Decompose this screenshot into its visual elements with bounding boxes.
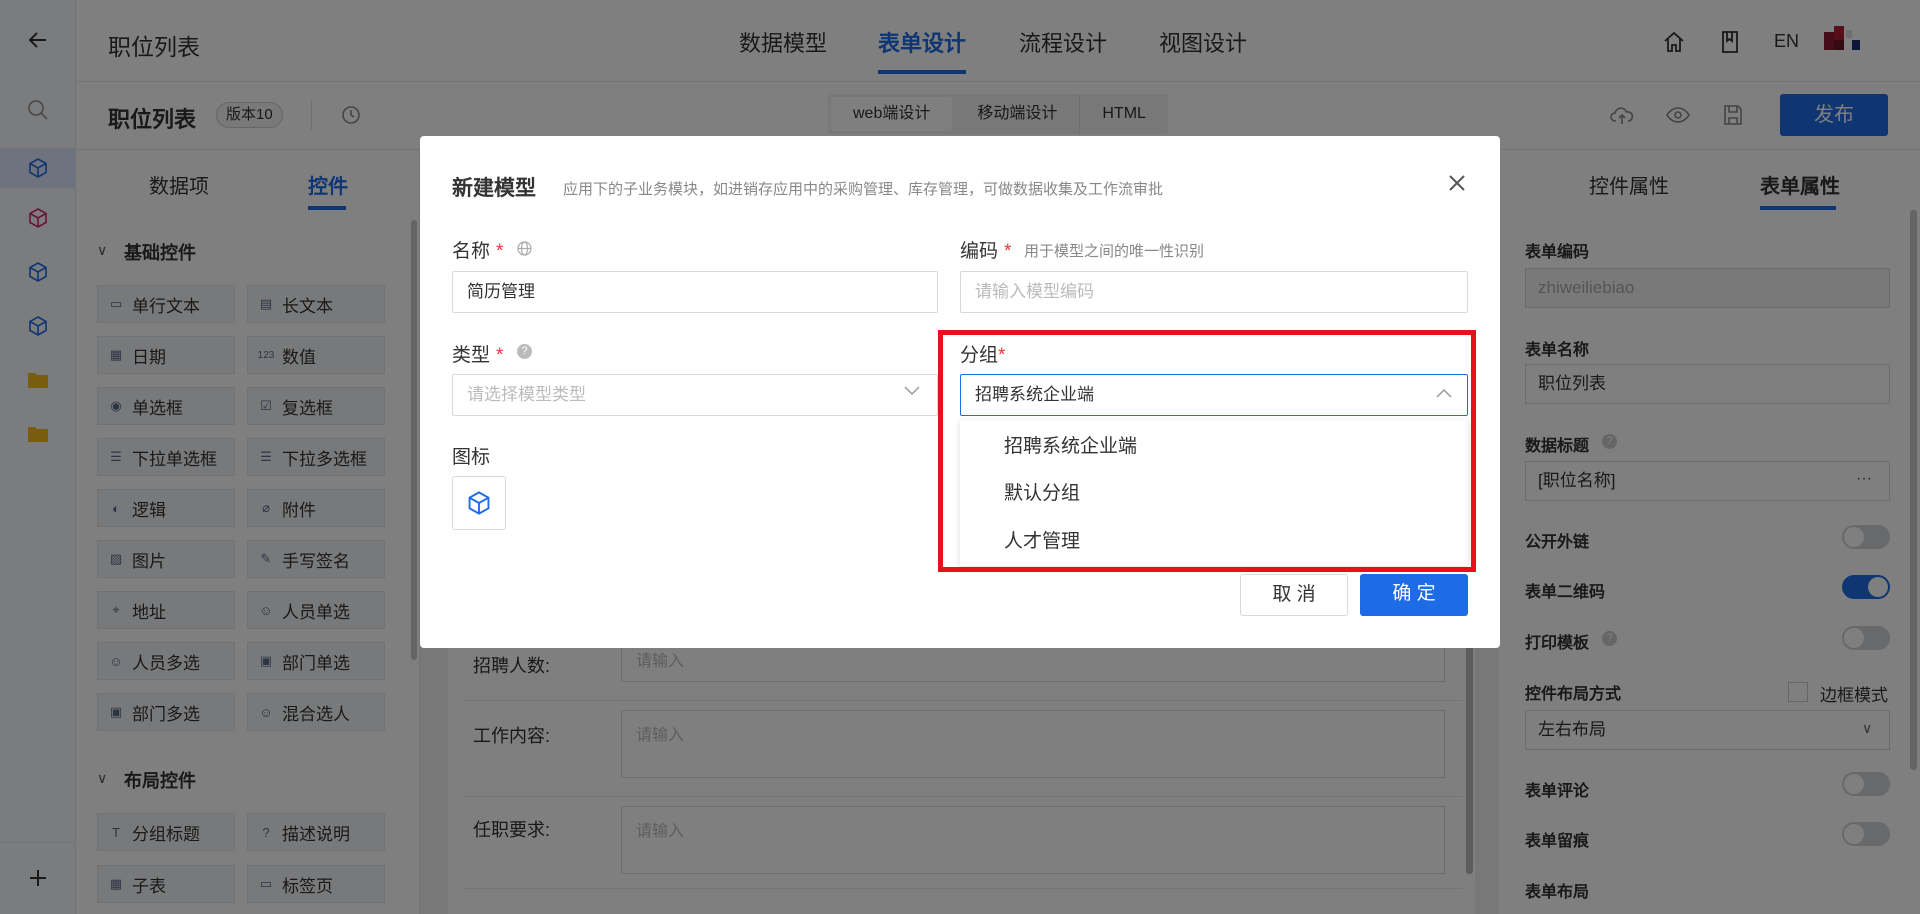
globe-icon[interactable] [517, 241, 532, 256]
cube-icon [468, 491, 490, 515]
type-label: 类型 * [452, 345, 504, 366]
dialog-title: 新建模型 [452, 177, 536, 200]
code-input[interactable]: 请输入模型编码 [960, 271, 1468, 313]
chevron-down-icon[interactable] [904, 386, 920, 396]
highlight-box [938, 330, 1476, 572]
confirm-button[interactable]: 确 定 [1360, 574, 1468, 616]
code-hint: 用于模型之间的唯一性识别 [1024, 243, 1205, 260]
icon-label: 图标 [452, 447, 491, 468]
required-mark: * [496, 241, 504, 262]
type-select[interactable]: 请选择模型类型 [452, 374, 938, 416]
icon-picker[interactable] [452, 476, 506, 530]
dialog-subtitle: 应用下的子业务模块，如进销存应用中的采购管理、库存管理，可做数据收集及工作流审批 [563, 181, 1164, 198]
name-label: 名称 * [452, 241, 504, 262]
help-icon[interactable]: ? [517, 344, 532, 359]
code-label: 编码 * [960, 241, 1012, 262]
cancel-button[interactable]: 取 消 [1240, 574, 1348, 616]
name-input[interactable]: 简历管理 [452, 271, 938, 313]
close-icon[interactable] [1448, 174, 1466, 192]
